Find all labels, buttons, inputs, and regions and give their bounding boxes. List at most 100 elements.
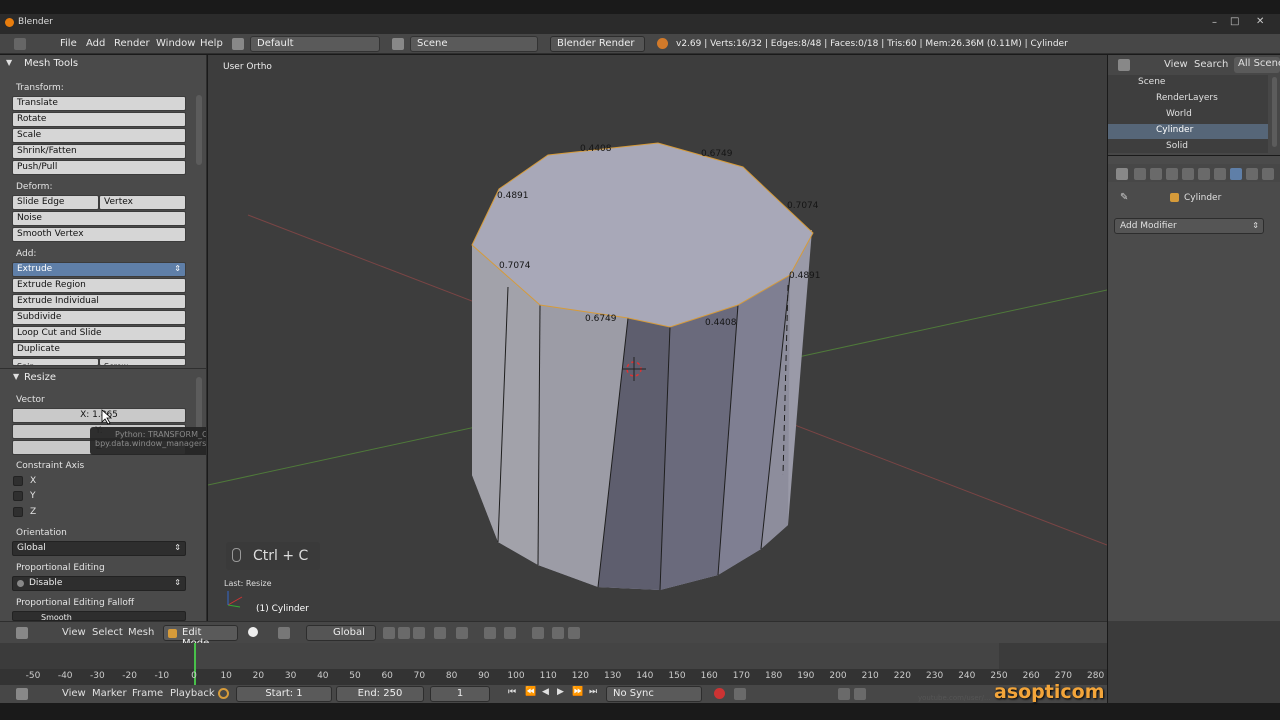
modifiers-tab-icon[interactable] (1230, 168, 1242, 180)
sync-mode-dropdown[interactable]: No Sync (606, 686, 702, 702)
delete-keyframe-icon[interactable] (854, 688, 866, 700)
screen-layout-field[interactable]: Default (250, 36, 380, 52)
noise-button[interactable]: Noise (12, 211, 186, 226)
snap-target-icon[interactable] (504, 627, 516, 639)
edge-select-icon[interactable] (398, 627, 410, 639)
add-modifier-dropdown[interactable]: Add Modifier ⇕ (1114, 218, 1264, 234)
outliner-item-renderlayers[interactable]: RenderLayers (1156, 93, 1218, 103)
constraint-z-checkbox[interactable] (13, 507, 23, 517)
rotate-button[interactable]: Rotate (12, 112, 186, 127)
render-engine-dropdown[interactable]: Blender Render (550, 36, 645, 52)
minimize-icon[interactable]: – (1212, 17, 1217, 28)
material-tab-icon[interactable] (1262, 168, 1274, 180)
object-tab-icon[interactable] (1198, 168, 1210, 180)
collapse-triangle-icon[interactable]: ▼ (6, 58, 12, 67)
editor-type-icon[interactable] (16, 627, 28, 639)
extrude-individual-button[interactable]: Extrude Individual (12, 294, 186, 309)
duplicate-button[interactable]: Duplicate (12, 342, 186, 357)
translate-button[interactable]: Translate (12, 96, 186, 111)
data-tab-icon[interactable] (1246, 168, 1258, 180)
start-frame-field[interactable]: Start: 1 (236, 686, 332, 702)
snap-icon[interactable] (484, 627, 496, 639)
vertex-button[interactable]: Vertex (99, 195, 186, 210)
world-tab-icon[interactable] (1182, 168, 1194, 180)
tool-scrollbar[interactable] (196, 95, 202, 165)
face-select-icon[interactable] (413, 627, 425, 639)
outliner-item-cylinder[interactable]: Cylinder (1156, 125, 1193, 135)
outliner-view-menu[interactable]: View (1164, 59, 1188, 70)
proportional-edit-icon[interactable] (456, 627, 468, 639)
loop-cut-slide-button[interactable]: Loop Cut and Slide (12, 326, 186, 341)
timeline-marker-menu[interactable]: Marker (92, 688, 127, 699)
menu-window[interactable]: Window (156, 38, 195, 49)
constraint-y-checkbox[interactable] (13, 491, 23, 501)
viewport-shading-icon[interactable] (248, 627, 258, 637)
subdivide-button[interactable]: Subdivide (12, 310, 186, 325)
outliner-item-scene[interactable]: Scene (1138, 77, 1165, 87)
extrude-dropdown[interactable]: Extrude ⇕ (12, 262, 186, 277)
outliner-item-solid[interactable]: Solid (1166, 141, 1188, 151)
limit-selection-icon[interactable] (434, 627, 446, 639)
scene-icon[interactable] (392, 38, 404, 50)
smooth-vertex-button[interactable]: Smooth Vertex (12, 227, 186, 242)
transform-orientation-dropdown[interactable]: Global (306, 625, 376, 641)
scene-tab-icon[interactable] (1166, 168, 1178, 180)
jump-start-icon[interactable]: ⏮ (508, 687, 516, 697)
close-icon[interactable]: ✕ (1256, 16, 1264, 27)
view-menu[interactable]: View (62, 627, 86, 638)
menu-file[interactable]: File (60, 38, 77, 49)
mode-dropdown[interactable]: Edit Mode (163, 625, 238, 649)
3d-viewport[interactable]: User Ortho 0.4408 0.6749 0.4891 0.7074 0… (208, 55, 1107, 621)
record-icon[interactable] (714, 688, 725, 699)
timeline-view-menu[interactable]: View (62, 688, 86, 699)
next-keyframe-icon[interactable]: ⏩ (572, 687, 583, 697)
timeline-playback-menu[interactable]: Playback (170, 688, 215, 699)
spin-button[interactable]: Spin (12, 358, 99, 366)
screw-button[interactable]: Screw (99, 358, 186, 366)
pivot-icon[interactable] (278, 627, 290, 639)
constraints-tab-icon[interactable] (1214, 168, 1226, 180)
editor-type-icon[interactable] (16, 688, 28, 700)
push-pull-button[interactable]: Push/Pull (12, 160, 186, 175)
outliner-scrollbar[interactable] (1272, 77, 1277, 147)
jump-end-icon[interactable]: ⏭ (589, 687, 597, 697)
outliner-search-menu[interactable]: Search (1194, 59, 1228, 70)
vertex-select-icon[interactable] (383, 627, 395, 639)
editor-type-icon[interactable] (1116, 168, 1128, 180)
pin-icon[interactable]: ✎ (1120, 192, 1128, 203)
proportional-editing-dropdown[interactable]: Disable ⇕ (12, 576, 186, 591)
end-frame-field[interactable]: End: 250 (336, 686, 424, 702)
render-preview-icon[interactable] (532, 627, 544, 639)
menu-render[interactable]: Render (114, 38, 150, 49)
outliner-item-world[interactable]: World (1166, 109, 1192, 119)
preview-range-icon[interactable] (218, 688, 229, 699)
play-icon[interactable]: ▶ (557, 687, 564, 697)
vector-x-field[interactable]: X: 1.865 (12, 408, 186, 423)
prev-keyframe-icon[interactable]: ⏪ (525, 687, 536, 697)
menu-help[interactable]: Help (200, 38, 223, 49)
scale-button[interactable]: Scale (12, 128, 186, 143)
maximize-icon[interactable]: □ (1230, 16, 1239, 27)
current-frame-field[interactable]: 1 (430, 686, 490, 702)
menu-add[interactable]: Add (86, 38, 105, 49)
select-menu[interactable]: Select (92, 627, 123, 638)
outliner-filter-dropdown[interactable]: All Scenes (1234, 57, 1280, 73)
extrude-region-button[interactable]: Extrude Region (12, 278, 186, 293)
timeline[interactable]: -50 -40 -30 -20 -10 0 10 20 30 40 50 60 70 80 90 100 110… (0, 643, 1107, 685)
orientation-dropdown[interactable]: Global ⇕ (12, 541, 186, 556)
opengl-render-icon[interactable] (552, 627, 564, 639)
mesh-menu[interactable]: Mesh (128, 627, 154, 638)
keying-set-icon[interactable] (734, 688, 746, 700)
viewport-scene[interactable] (208, 55, 1107, 621)
shrink-fatten-button[interactable]: Shrink/Fatten (12, 144, 186, 159)
editor-type-icon[interactable] (1118, 59, 1130, 71)
screen-layout-icon[interactable] (232, 38, 244, 50)
layers-tab-icon[interactable] (1150, 168, 1162, 180)
constraint-x-checkbox[interactable] (13, 476, 23, 486)
collapse-triangle-icon[interactable]: ▼ (13, 372, 19, 381)
play-reverse-icon[interactable]: ◀ (542, 687, 549, 697)
render-tab-icon[interactable] (1134, 168, 1146, 180)
insert-keyframe-icon[interactable] (838, 688, 850, 700)
falloff-dropdown[interactable]: Smooth (12, 611, 186, 621)
scene-field[interactable]: Scene (410, 36, 538, 52)
